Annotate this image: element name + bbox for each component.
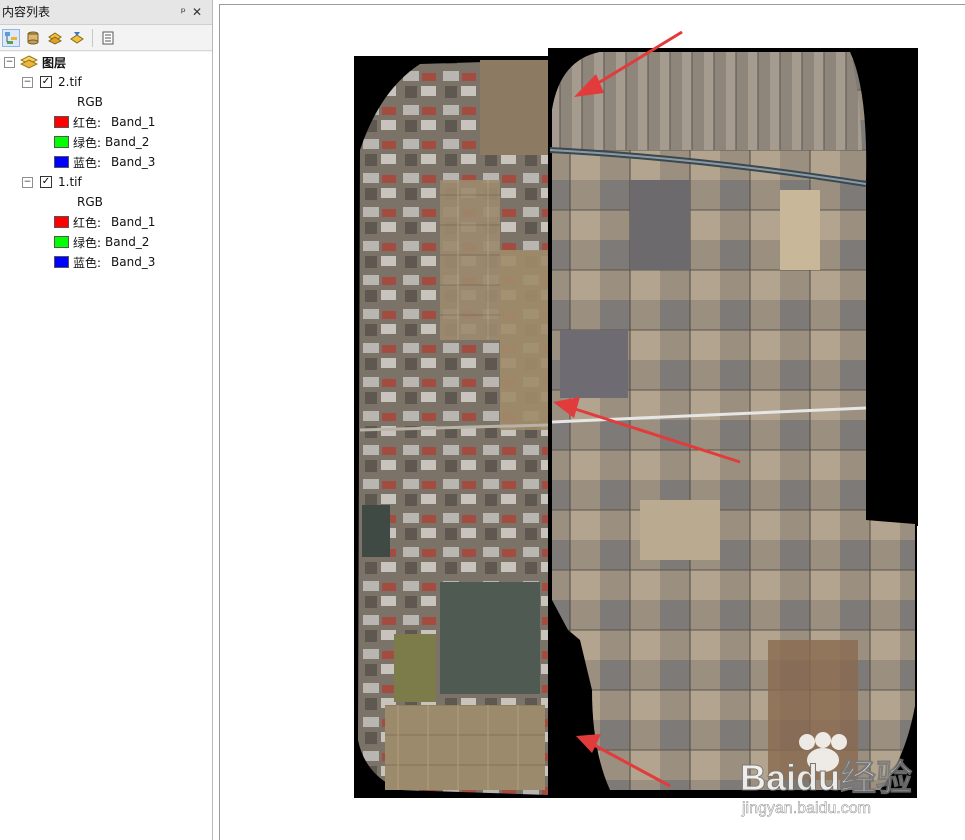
field-patch bbox=[630, 180, 690, 270]
field-patch bbox=[780, 190, 820, 270]
field-rows bbox=[552, 52, 862, 150]
field-patch bbox=[500, 250, 548, 430]
watermark-brand: Baidu经验 bbox=[740, 757, 912, 798]
field-patch bbox=[640, 500, 720, 560]
pond bbox=[440, 582, 540, 694]
field-patch bbox=[560, 330, 628, 398]
field-patch bbox=[440, 180, 500, 340]
field-patch bbox=[385, 705, 545, 790]
pond bbox=[394, 634, 436, 702]
watermark-url: jingyan.baidu.com bbox=[741, 800, 871, 817]
map-canvas: Baidu经验 jingyan.baidu.com bbox=[354, 30, 918, 817]
pond bbox=[362, 505, 390, 557]
field-patch bbox=[480, 60, 548, 155]
